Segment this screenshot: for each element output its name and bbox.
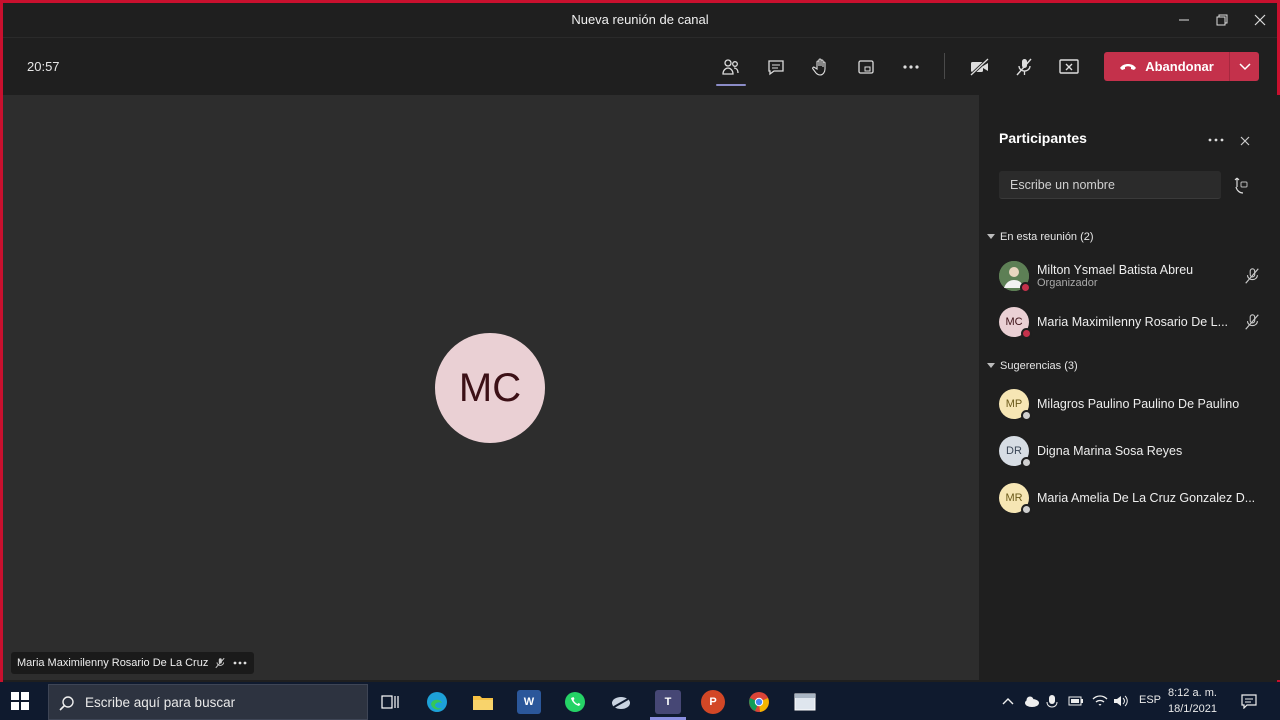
- participant-avatar-large: MC: [435, 333, 545, 443]
- mic-off-icon: [1245, 314, 1259, 330]
- close-icon: [1240, 136, 1250, 146]
- panel-more-button[interactable]: [1205, 131, 1227, 149]
- participant-role: Organizador: [1037, 277, 1098, 289]
- participant-name: Maria Amelia De La Cruz Gonzalez D...: [1037, 491, 1256, 505]
- edge-browser-icon[interactable]: [425, 690, 449, 714]
- speaker-name: Maria Maximilenny Rosario De La Cruz: [17, 657, 209, 669]
- suggested-participant-item[interactable]: MP Milagros Paulino Paulino De Paulino: [999, 386, 1280, 422]
- meeting-toolbar: 20:57 Abandonar: [3, 37, 1277, 94]
- windows-start-icon[interactable]: [10, 691, 30, 711]
- toolbar-divider: [944, 53, 945, 79]
- whatsapp-icon[interactable]: [563, 690, 587, 714]
- taskbar-clock[interactable]: 8:12 a. m. 18/1/2021: [1168, 685, 1217, 717]
- volume-icon[interactable]: [1113, 694, 1129, 708]
- participants-panel: Participantes Escribe un nombre En esta …: [979, 95, 1280, 680]
- rooms-button[interactable]: [851, 52, 881, 82]
- hang-up-icon: [1120, 63, 1137, 70]
- meeting-stage: MC Maria Maximilenny Rosario De La Cruz: [3, 95, 979, 680]
- avatar: [999, 261, 1031, 293]
- participant-item[interactable]: MC Maria Maximilenny Rosario De L...: [999, 304, 1280, 340]
- more-horizontal-icon: [1208, 138, 1224, 142]
- more-horizontal-icon: [903, 65, 919, 69]
- search-icon: [59, 696, 74, 711]
- breakout-rooms-icon: [858, 60, 874, 74]
- participant-name: Digna Marina Sosa Reyes: [1037, 444, 1183, 458]
- show-chat-button[interactable]: [761, 52, 791, 82]
- participant-name: Milton Ysmael Batista Abreu: [1037, 263, 1194, 277]
- section-label: Sugerencias (3): [1000, 360, 1078, 372]
- leave-options-dropdown[interactable]: [1230, 62, 1259, 71]
- section-in-meeting[interactable]: En esta reunión (2): [987, 231, 1094, 243]
- chat-icon: [768, 60, 784, 76]
- windows-taskbar: Escribe aquí para buscar W T P ESP 8:12 …: [0, 682, 1280, 720]
- title-bar: Nueva reunión de canal: [3, 3, 1277, 37]
- more-actions-button[interactable]: [896, 52, 926, 82]
- panel-title: Participantes: [999, 130, 1087, 146]
- camera-toggle-button[interactable]: [965, 52, 995, 82]
- suggested-participant-item[interactable]: DR Digna Marina Sosa Reyes: [999, 433, 1280, 469]
- chrome-icon[interactable]: [747, 690, 771, 714]
- clock-time: 8:12 a. m.: [1168, 687, 1217, 699]
- powerpoint-icon[interactable]: P: [701, 690, 725, 714]
- suggested-participant-item[interactable]: MR Maria Amelia De La Cruz Gonzalez D...: [999, 480, 1280, 516]
- more-horizontal-icon[interactable]: [232, 657, 248, 669]
- close-window-button[interactable]: [1245, 9, 1275, 31]
- onedrive-icon[interactable]: [1022, 694, 1040, 708]
- raise-hand-button[interactable]: [806, 52, 836, 82]
- taskbar-search-input[interactable]: Escribe aquí para buscar: [48, 684, 368, 720]
- participant-name: Maria Maximilenny Rosario De L...: [1037, 315, 1229, 329]
- microphone-tray-icon[interactable]: [1046, 694, 1058, 710]
- battery-icon[interactable]: [1068, 696, 1084, 706]
- stop-share-icon: [1059, 59, 1079, 74]
- caret-down-icon: [987, 363, 995, 368]
- share-screen-button[interactable]: [1054, 52, 1084, 82]
- window-app-icon[interactable]: [793, 690, 817, 714]
- minimize-icon: [1179, 19, 1189, 21]
- mic-off-icon: [215, 657, 225, 669]
- participant-item[interactable]: Milton Ysmael Batista Abreu Organizador: [999, 258, 1280, 294]
- mic-off-icon: [1016, 58, 1032, 76]
- file-explorer-icon[interactable]: [471, 690, 495, 714]
- wifi-icon[interactable]: [1092, 694, 1108, 708]
- panel-close-button[interactable]: [1235, 131, 1255, 151]
- leave-main[interactable]: Abandonar: [1104, 52, 1229, 81]
- clock-date: 18/1/2021: [1168, 703, 1217, 715]
- leave-label: Abandonar: [1145, 59, 1214, 74]
- camera-off-icon: [969, 57, 990, 77]
- caret-down-icon: [987, 234, 995, 239]
- restore-icon: [1216, 14, 1228, 26]
- people-icon: [722, 59, 739, 75]
- chevron-down-icon: [1238, 62, 1251, 70]
- notifications-icon[interactable]: [1241, 693, 1257, 709]
- restore-button[interactable]: [1207, 9, 1237, 31]
- window-title: Nueva reunión de canal: [571, 12, 709, 27]
- participant-search-input[interactable]: Escribe un nombre: [999, 171, 1221, 199]
- mic-off-icon: [1245, 268, 1259, 284]
- participant-name: Milagros Paulino Paulino De Paulino: [1037, 397, 1240, 411]
- section-label: En esta reunión (2): [1000, 231, 1094, 243]
- mic-toggle-button[interactable]: [1009, 52, 1039, 82]
- leave-button[interactable]: Abandonar: [1104, 52, 1259, 81]
- taskbar-search-placeholder: Escribe aquí para buscar: [85, 694, 236, 710]
- cloud-app-icon[interactable]: [609, 690, 633, 714]
- hand-icon: [812, 58, 826, 76]
- task-view-icon[interactable]: [378, 690, 402, 714]
- chevron-up-icon[interactable]: [1002, 696, 1014, 706]
- section-suggestions[interactable]: Sugerencias (3): [987, 360, 1078, 372]
- share-invite-icon[interactable]: [1231, 175, 1249, 195]
- input-language[interactable]: ESP: [1139, 694, 1161, 706]
- show-participants-button[interactable]: [716, 52, 746, 86]
- close-icon: [1254, 14, 1266, 26]
- active-speaker-chip: Maria Maximilenny Rosario De La Cruz: [11, 652, 255, 674]
- teams-icon[interactable]: T: [655, 690, 681, 714]
- word-icon[interactable]: W: [517, 690, 541, 714]
- minimize-button[interactable]: [1169, 9, 1199, 31]
- elapsed-time: 20:57: [27, 59, 60, 74]
